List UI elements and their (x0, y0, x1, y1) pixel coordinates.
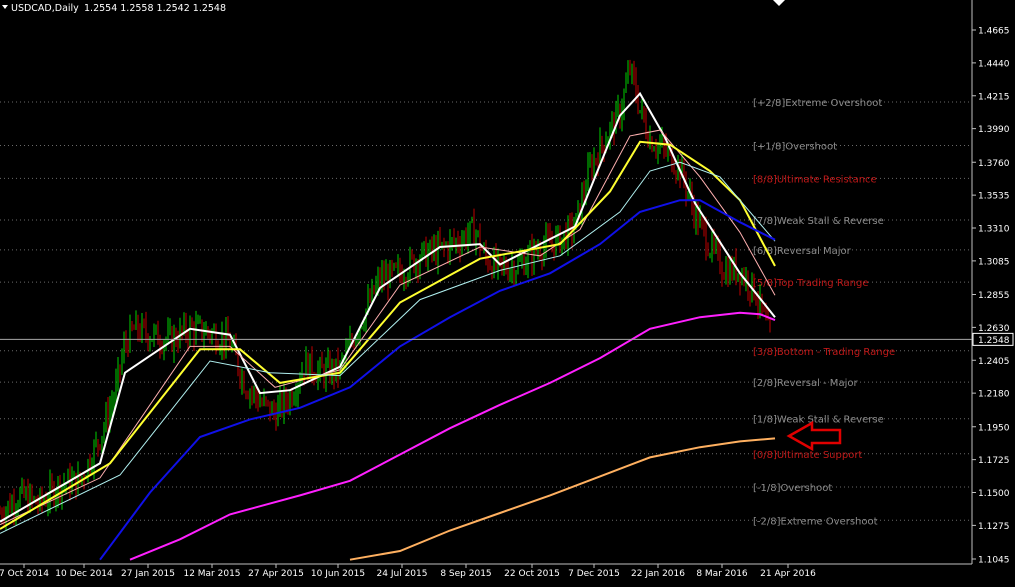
symbol-label: USDCAD,Daily (11, 3, 79, 14)
level-label: [8/8]Ultimate Resistance (753, 174, 877, 185)
y-tick-label: 1.3310 (978, 225, 1010, 235)
x-tick-label: 22 Jan 2016 (631, 569, 685, 579)
y-tick-label: 1.1725 (978, 456, 1010, 466)
x-tick-label: 7 Dec 2015 (568, 569, 620, 579)
chart-canvas: [+2/8]Extreme Overshoot [+1/8]Overshoot [8… (0, 0, 1015, 583)
chart: [+2/8]Extreme Overshoot [+1/8]Overshoot [8… (0, 0, 1015, 583)
y-tick-label: 1.3085 (978, 257, 1010, 267)
y-tick-label: 1.2855 (978, 291, 1010, 301)
y-tick-label: 1.2630 (978, 324, 1010, 334)
x-tick-label: 21 Apr 2016 (760, 569, 816, 579)
level-label: [-2/8]Extreme Overshoot (753, 516, 878, 527)
x-tick-label: 8 Sep 2015 (440, 569, 491, 579)
y-tick-label: 1.2405 (978, 357, 1010, 367)
y-tick-label: 1.4215 (978, 92, 1010, 102)
level-label: [7/8]Weak Stall & Reverse (753, 216, 884, 227)
level-label: [+2/8]Extreme Overshoot (753, 98, 882, 109)
current-price-label: 1.2548 (978, 336, 1010, 346)
y-tick-label: 1.3990 (978, 125, 1010, 135)
level-label: [-1/8]Overshoot (753, 483, 832, 494)
x-tick-label: 7 Oct 2014 (0, 569, 49, 579)
y-tick-label: 1.3535 (978, 192, 1010, 202)
y-tick-label: 1.4440 (978, 59, 1010, 69)
y-tick-label: 1.2180 (978, 390, 1010, 400)
x-tick-label: 24 Jul 2015 (377, 569, 428, 579)
y-tick-label: 1.1045 (978, 556, 1010, 566)
x-tick-label: 12 Mar 2015 (183, 569, 240, 579)
x-tick-label: 10 Dec 2014 (55, 569, 113, 579)
x-tick-label: 8 Mar 2016 (696, 569, 748, 579)
level-label: [2/8]Reversal - Major (753, 378, 858, 389)
level-label: [1/8]Weak Stall & Reverse (753, 415, 884, 426)
ohlc-label: 1.2554 1.2558 1.2542 1.2548 (84, 3, 226, 14)
level-label: [3/8]Bottom - Trading Range (753, 347, 895, 358)
y-tick-label: 1.1950 (978, 423, 1010, 433)
level-label: [0/8]Ultimate Support (753, 450, 862, 461)
y-tick-label: 1.1500 (978, 489, 1010, 499)
y-tick-label: 1.1275 (978, 522, 1010, 532)
x-tick-label: 27 Jan 2015 (121, 569, 175, 579)
level-label: [+1/8]Overshoot (753, 141, 837, 152)
x-tick-label: 27 Apr 2015 (248, 569, 304, 579)
chart-background (0, 0, 1015, 583)
y-tick-label: 1.4665 (978, 27, 1010, 37)
x-tick-label: 10 Jun 2015 (311, 569, 365, 579)
x-tick-label: 22 Oct 2015 (504, 569, 560, 579)
y-tick-label: 1.3760 (978, 159, 1010, 169)
